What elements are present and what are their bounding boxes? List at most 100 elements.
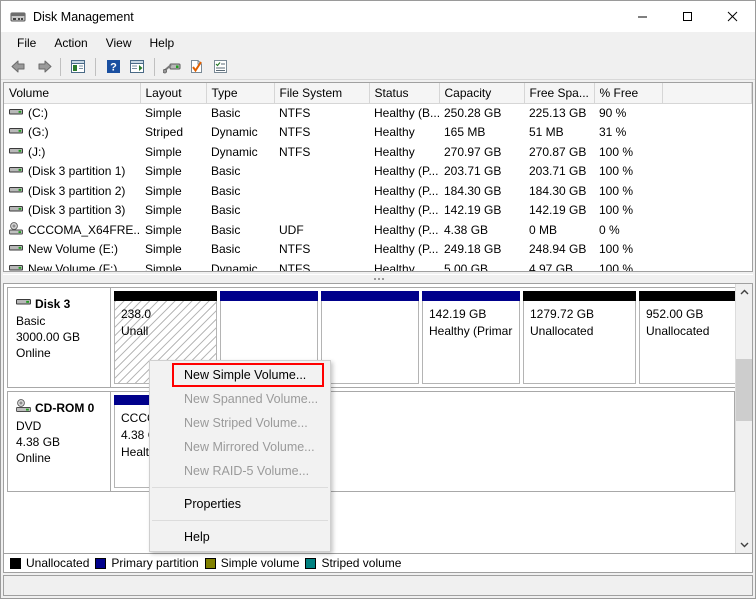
scroll-down-icon[interactable] [736,536,753,553]
cell-type: Basic [211,222,241,237]
cell-capacity: 4.38 GB [444,222,489,237]
toolbar-separator [95,57,96,76]
context-menu-item[interactable]: New Simple Volume... [172,363,324,387]
close-button[interactable] [710,1,755,32]
menu-file[interactable]: File [8,33,45,53]
cell-freespace: 142.19 GB [529,203,587,218]
column-header-layout[interactable]: Layout [140,83,207,104]
graphical-view-scrollbar[interactable] [735,284,752,553]
scrollbar-thumb[interactable] [735,359,752,421]
rescan-disks-icon[interactable] [160,56,184,78]
volume-icon [9,105,23,121]
column-header-extra[interactable] [662,83,752,104]
cell-freespace: 203.71 GB [529,164,587,179]
cell-status: Healthy (P... [374,203,439,218]
column-header-type[interactable]: Type [206,83,275,104]
cell-capacity: 165 MB [444,125,486,140]
menu-action[interactable]: Action [45,33,96,53]
menu-help[interactable]: Help [141,33,184,53]
cell-percentfree: 100 % [599,144,634,159]
table-row[interactable]: New Volume (F:) Simple Dynamic NTFS Healthy 5… [4,259,752,272]
cell-percentfree: 90 % [599,106,627,120]
disk-name: Disk 3 [35,296,71,311]
partition-status: Unallocated [530,324,594,338]
minimize-button[interactable] [620,1,665,32]
column-header-volume[interactable]: Volume [4,83,141,104]
table-row[interactable]: (G:) Striped Dynamic NTFS Healthy 165 MB 51 MB… [4,123,752,143]
cell-extra [662,103,752,123]
partition-body[interactable] [321,301,419,384]
column-header-status[interactable]: Status [369,83,440,104]
back-icon[interactable] [7,56,31,78]
show-hide-action-pane-icon[interactable] [125,56,149,78]
legend-swatch-primary-partition [95,557,107,569]
cell-type: Dynamic [211,261,258,272]
cell-percentfree: 100 % [599,164,634,179]
partition-color-bar [639,291,735,301]
toolbar-separator [154,57,155,76]
table-row[interactable]: New Volume (E:) Simple Basic NTFS Healthy (P… [4,240,752,260]
column-header-percent-free[interactable]: % Free [594,83,663,104]
cell-status: Healthy [374,125,415,140]
partition-size: 1279.72 GB [530,307,595,321]
table-row[interactable]: (Disk 3 partition 1) Simple Basic Healthy (… [4,162,752,182]
disk-info-panel[interactable]: CD-ROM 0 DVD 4.38 GB Online [7,391,111,492]
table-row[interactable]: (Disk 3 partition 2) Simple Basic Healthy (… [4,181,752,201]
context-menu-item[interactable]: Properties [150,492,330,516]
context-menu-item: New RAID-5 Volume... [184,464,310,478]
disk-partition[interactable]: 1279.72 GB Unallocated [523,291,636,384]
table-row[interactable]: CCCOMA_X64FRE... Simple Basic UDF Healthy (P… [4,220,752,240]
disk-management-icon [10,9,26,25]
legend-item-unallocated: Unallocated [10,556,89,570]
context-menu-item: New Mirrored Volume... [184,440,315,454]
cell-extra [662,162,752,182]
cell-type: Basic [211,106,241,120]
cell-type: Basic [211,203,241,218]
cell-volume: New Volume (F:) [4,259,140,271]
column-header-capacity[interactable]: Capacity [439,83,525,104]
volume-icon [9,144,23,160]
cell-volume: (Disk 3 partition 2) [4,181,140,201]
menu-view[interactable]: View [97,33,141,53]
scroll-up-icon[interactable] [736,284,753,301]
legend-item-simple-volume: Simple volume [204,556,299,570]
cell-filesystem [274,201,369,221]
partition-body[interactable]: 952.00 GB Unallocated [639,301,735,384]
cell-type: Dynamic [211,125,258,140]
scrollbar-track[interactable] [735,301,752,536]
forward-icon[interactable] [31,56,55,78]
disk-info-panel[interactable]: Disk 3 Basic 3000.00 GB Online [7,287,111,388]
help-icon[interactable]: ? [101,56,125,78]
disk-title: CD-ROM 0 [16,399,110,417]
context-menu-item[interactable]: Help [150,525,330,549]
disk-partition[interactable]: 952.00 GB Unallocated [639,291,735,384]
table-row[interactable]: (C:) Simple Basic NTFS Healthy (B... 250.28 G… [4,103,752,123]
cell-layout: Simple [145,144,182,159]
maximize-button[interactable] [665,1,710,32]
table-row[interactable]: (Disk 3 partition 3) Simple Basic Healthy (… [4,201,752,221]
list-view-icon[interactable] [208,56,232,78]
cell-filesystem: NTFS [279,125,311,140]
volume-name: (G:) [28,125,49,140]
graphical-view-pane: Disk 3 Basic 3000.00 GB Online 238.0 Unall 142… [3,283,753,554]
legend-label-primary-partition: Primary partition [111,556,199,570]
column-header-free-space[interactable]: Free Spa... [524,83,595,104]
title-bar[interactable]: Disk Management [1,1,755,32]
disk-partition[interactable] [321,291,419,384]
disk-size: 4.38 GB [16,435,61,449]
properties-icon[interactable] [184,56,208,78]
disk-state: Online [16,346,51,360]
partition-body[interactable]: 142.19 GB Healthy (Primar [422,301,520,384]
disk-row: Disk 3 Basic 3000.00 GB Online 238.0 Unall 142… [7,287,735,388]
cell-status: Healthy (P... [374,183,439,198]
cell-status: Healthy [374,261,415,272]
show-hide-console-tree-icon[interactable] [66,56,90,78]
pane-splitter[interactable] [3,274,753,283]
cell-freespace: 0 MB [529,222,558,237]
volume-list-pane[interactable]: Volume Layout Type File System Status Ca… [3,82,753,272]
partition-body[interactable]: 1279.72 GB Unallocated [523,301,636,384]
table-row[interactable]: (J:) Simple Dynamic NTFS Healthy 270.97 GB 270… [4,142,752,162]
column-header-file-system[interactable]: File System [274,83,370,104]
table-header-row: Volume Layout Type File System Status Ca… [4,83,752,104]
disk-partition[interactable]: 142.19 GB Healthy (Primar [422,291,520,384]
